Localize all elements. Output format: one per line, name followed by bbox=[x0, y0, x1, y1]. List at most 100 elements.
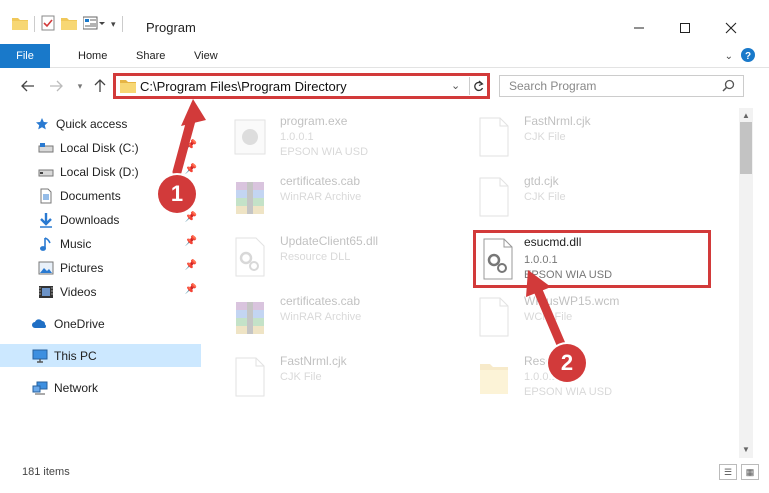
archive-icon bbox=[232, 296, 268, 338]
file-detail: Resource DLL bbox=[280, 251, 351, 263]
file-item[interactable]: certificates.cab WinRAR Archive bbox=[232, 174, 472, 230]
file-item[interactable]: program.exe 1.0.0.1 EPSON WIA USD bbox=[232, 114, 472, 170]
refresh-icon bbox=[473, 80, 484, 92]
pin-icon[interactable]: 📌 bbox=[185, 284, 197, 295]
folder-icon[interactable] bbox=[12, 16, 28, 33]
file-name: gtd.cjk bbox=[524, 174, 559, 188]
view-toggle: ☰ ▦ bbox=[719, 464, 759, 480]
file-detail: CJK File bbox=[280, 371, 322, 383]
file-item[interactable]: certificates.cab WinRAR Archive bbox=[232, 294, 472, 350]
tab-file[interactable]: File bbox=[0, 44, 50, 68]
exe-icon bbox=[232, 116, 268, 158]
sidebar-item-label: Music bbox=[60, 236, 92, 251]
pin-icon[interactable]: 📌 bbox=[185, 140, 197, 151]
ribbon-tabs: File Home Share View ⌄ ? bbox=[0, 44, 769, 68]
chevron-down-icon: ▾ bbox=[77, 80, 83, 91]
address-bar[interactable]: C:\Program Files\Program Directory ⌄ bbox=[113, 73, 490, 99]
sidebar-item-onedrive[interactable]: OneDrive bbox=[0, 312, 201, 335]
file-item[interactable]: FastNrml.cjk CJK File bbox=[232, 354, 472, 410]
sidebar-item-music[interactable]: Music 📌 bbox=[0, 232, 201, 255]
sidebar-item-label: Network bbox=[54, 380, 99, 395]
maximize-icon bbox=[680, 23, 690, 33]
callout-badge-2: 2 bbox=[548, 344, 586, 382]
file-detail: EPSON WIA USD bbox=[524, 386, 613, 398]
dropdown-arrow-icon[interactable]: ▾ bbox=[111, 19, 116, 30]
new-folder-icon[interactable] bbox=[61, 16, 77, 33]
pin-icon[interactable]: 📌 bbox=[185, 260, 197, 271]
tab-share[interactable]: Share bbox=[122, 44, 179, 68]
ribbon-controls: ⌄ ? bbox=[725, 48, 755, 65]
back-button[interactable] bbox=[18, 76, 38, 96]
search-placeholder: Search Program bbox=[509, 79, 597, 93]
recent-locations-button[interactable]: ▾ bbox=[70, 76, 90, 96]
vertical-scrollbar[interactable]: ▲ ▼ bbox=[739, 108, 753, 458]
drive-icon bbox=[38, 140, 54, 156]
file-item[interactable]: gtd.cjk CJK File bbox=[476, 174, 716, 230]
toolbar-divider bbox=[121, 16, 123, 32]
tab-view[interactable]: View bbox=[180, 44, 232, 68]
close-icon bbox=[725, 22, 737, 34]
sidebar-item-label: OneDrive bbox=[54, 316, 105, 331]
file-detail: CJK File bbox=[524, 191, 566, 203]
videos-icon bbox=[38, 284, 54, 300]
pin-icon[interactable]: 📌 bbox=[185, 212, 197, 223]
network-icon bbox=[32, 380, 48, 396]
file-item[interactable]: FastNrml.cjk CJK File bbox=[476, 114, 716, 170]
file-name: FastNrml.cjk bbox=[524, 114, 591, 128]
sidebar-item-quick-access[interactable]: Quick access bbox=[0, 112, 201, 135]
file-detail: EPSON WIA USD bbox=[280, 146, 369, 158]
forward-button[interactable] bbox=[46, 76, 66, 96]
refresh-button[interactable] bbox=[469, 77, 486, 95]
sidebar-item-network[interactable]: Network bbox=[0, 376, 201, 399]
file-icon bbox=[232, 356, 268, 398]
back-arrow-icon bbox=[21, 80, 34, 92]
sidebar-item-local-disk-c[interactable]: Local Disk (C:) 📌 bbox=[0, 136, 201, 159]
file-item[interactable]: UpdateClient65.dll Resource DLL bbox=[232, 234, 472, 290]
scroll-thumb[interactable] bbox=[740, 122, 752, 174]
folder-icon bbox=[476, 356, 512, 398]
pin-icon[interactable]: 📌 bbox=[185, 236, 197, 247]
dll-icon bbox=[480, 237, 516, 284]
window-title: Program bbox=[146, 20, 196, 35]
details-view-icon[interactable]: ☰ bbox=[719, 464, 737, 480]
scroll-up-icon[interactable]: ▲ bbox=[739, 110, 753, 122]
sidebar-item-videos[interactable]: Videos 📌 bbox=[0, 280, 201, 303]
search-input[interactable]: Search Program bbox=[499, 75, 744, 97]
sidebar-item-label: Local Disk (C:) bbox=[60, 140, 139, 155]
highlighted-file-item[interactable]: esucmd.dll 1.0.0.1 EPSON WIA USD bbox=[473, 230, 711, 288]
minimize-button[interactable] bbox=[616, 14, 662, 42]
documents-icon bbox=[38, 188, 54, 204]
pin-icon[interactable]: 📌 bbox=[185, 164, 197, 175]
status-bar: 181 items ☰ ▦ bbox=[0, 460, 769, 484]
help-icon[interactable]: ? bbox=[741, 48, 755, 65]
search-icon[interactable] bbox=[722, 79, 735, 95]
toolbar-divider bbox=[34, 16, 35, 32]
scroll-down-icon[interactable]: ▼ bbox=[739, 444, 753, 456]
sidebar-item-this-pc[interactable]: This PC bbox=[0, 344, 201, 367]
drive-icon bbox=[38, 164, 54, 180]
dll-icon bbox=[232, 236, 268, 278]
expand-ribbon-icon[interactable]: ⌄ bbox=[725, 51, 733, 62]
sidebar-item-label: Pictures bbox=[60, 260, 104, 275]
computer-icon bbox=[32, 348, 48, 364]
address-dropdown-icon[interactable]: ⌄ bbox=[451, 79, 460, 92]
sidebar-item-label: Documents bbox=[60, 188, 121, 203]
address-path: C:\Program Files\Program Directory bbox=[140, 79, 347, 94]
downloads-icon bbox=[38, 212, 54, 228]
tab-home[interactable]: Home bbox=[64, 44, 121, 68]
up-button[interactable] bbox=[90, 76, 110, 96]
file-name: WPlusWP15.wcm bbox=[524, 294, 620, 308]
sidebar-item-pictures[interactable]: Pictures 📌 bbox=[0, 256, 201, 279]
file-name: certificates.cab bbox=[280, 294, 361, 308]
folder-icon bbox=[120, 79, 136, 96]
large-icons-view-icon[interactable]: ▦ bbox=[741, 464, 759, 480]
close-button[interactable] bbox=[708, 14, 754, 42]
file-detail: CJK File bbox=[524, 131, 566, 143]
properties-icon[interactable] bbox=[41, 15, 55, 34]
file-item[interactable]: Resources 1.0.0.1 EPSON WIA USD bbox=[476, 354, 716, 410]
svg-text:?: ? bbox=[745, 51, 751, 62]
file-item[interactable]: WPlusWP15.wcm WCM File bbox=[476, 294, 716, 350]
file-icon bbox=[476, 116, 512, 158]
maximize-button[interactable] bbox=[662, 14, 708, 42]
customize-toolbar-icon[interactable] bbox=[82, 16, 105, 33]
